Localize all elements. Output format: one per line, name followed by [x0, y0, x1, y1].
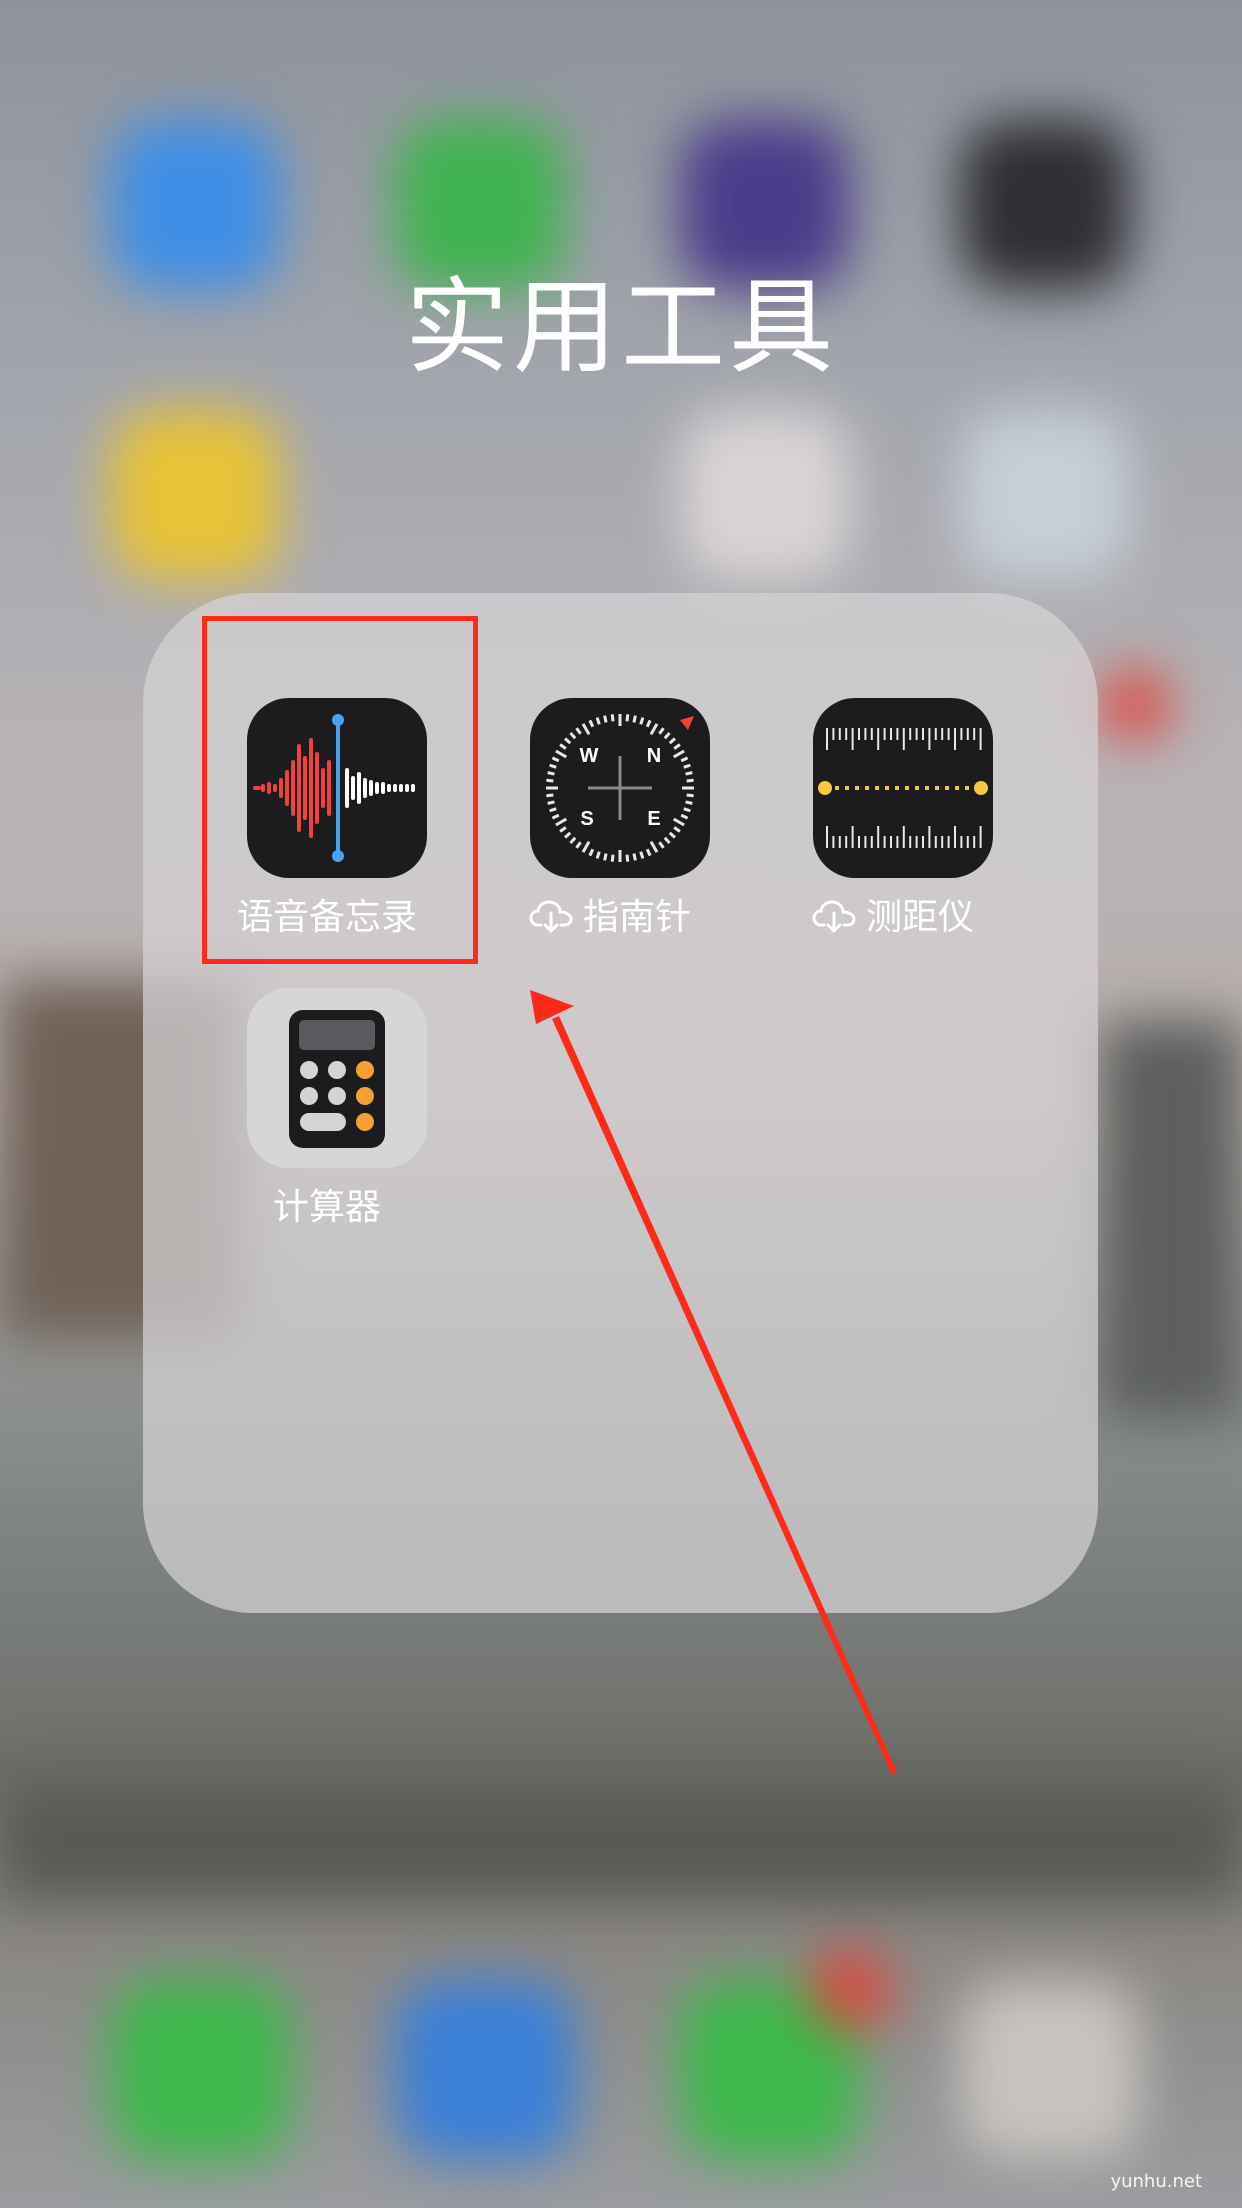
compass-tick: [686, 793, 694, 798]
measure-icon[interactable]: [813, 698, 993, 878]
compass-tick: [610, 714, 615, 722]
compass-letter-w: W: [580, 745, 599, 767]
compass-letter-e: E: [647, 808, 660, 830]
calculator-icon[interactable]: [247, 988, 427, 1168]
app-label-row: 指南针: [460, 896, 760, 940]
compass-tick: [595, 851, 601, 859]
compass-tick: [546, 778, 554, 783]
app-calculator[interactable]: 计算器: [197, 988, 457, 1258]
compass-tick: [683, 763, 691, 769]
compass-tick: [625, 854, 630, 862]
compass-tick: [603, 715, 608, 723]
compass-letter-n: N: [647, 745, 661, 767]
compass-tick: [685, 771, 693, 776]
app-label: 指南针: [582, 897, 691, 938]
compass-tick: [610, 854, 615, 862]
home-screen: 实用工具 语音备忘录 W N S E 指南针 测距仪 计算器 yunhu.net: [0, 0, 1242, 2208]
compass-tick: [683, 807, 691, 813]
compass-tick: [547, 771, 555, 776]
app-label: 测距仪: [865, 897, 974, 938]
watermark: yunhu.net: [1110, 2171, 1202, 2192]
compass-tick: [549, 807, 557, 813]
compass-tick: [686, 778, 694, 783]
app-label: 计算器: [272, 1187, 381, 1228]
compass-tick: [632, 853, 637, 861]
compass-letter-s: S: [580, 808, 593, 830]
compass-tick: [632, 715, 637, 723]
app-measure[interactable]: 测距仪: [763, 698, 1023, 968]
compass-tick: [625, 714, 630, 722]
highlight-box: [202, 616, 478, 964]
icloud-download-icon: [812, 900, 856, 933]
app-compass[interactable]: W N S E 指南针: [480, 698, 740, 968]
compass-tick: [603, 853, 608, 861]
app-label-row: 测距仪: [743, 896, 1043, 940]
compass-tick: [685, 800, 693, 805]
folder-title[interactable]: 实用工具: [0, 262, 1242, 392]
icloud-download-icon: [529, 900, 573, 933]
compass-tick: [595, 717, 601, 725]
compass-tick: [547, 800, 555, 805]
compass-tick: [639, 717, 645, 725]
compass-tick: [549, 763, 557, 769]
compass-icon[interactable]: W N S E: [530, 698, 710, 878]
compass-tick: [546, 793, 554, 798]
compass-tick: [639, 851, 645, 859]
